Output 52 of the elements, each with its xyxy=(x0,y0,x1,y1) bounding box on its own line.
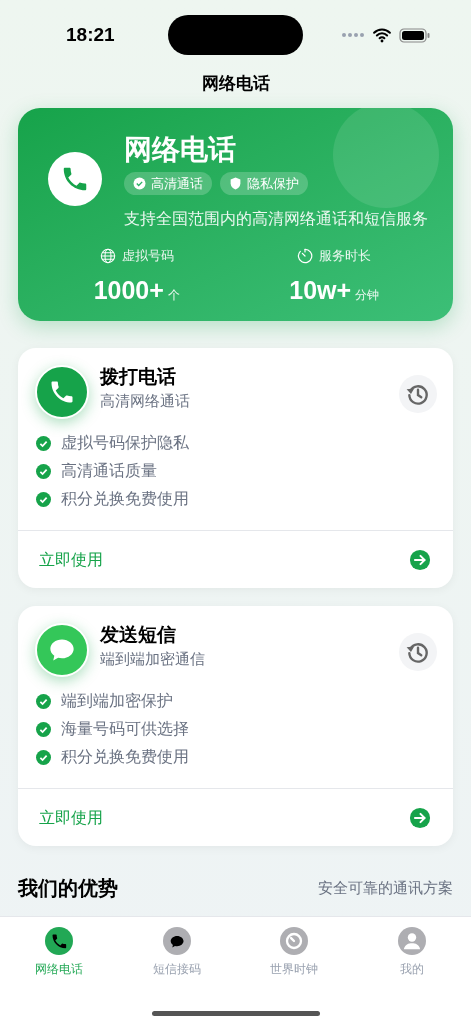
feature-text: 积分兑换免费使用 xyxy=(61,489,189,509)
clock-icon xyxy=(280,927,309,955)
hero-description: 支持全国范围内的高清网络通话和短信服务 xyxy=(124,209,428,229)
use-now-link[interactable]: 立即使用 xyxy=(39,547,103,572)
phone-icon xyxy=(44,927,73,955)
stat-label: 虚拟号码 xyxy=(121,247,174,266)
arrow-right-icon xyxy=(409,548,431,571)
tab-item[interactable]: 世界时钟 xyxy=(235,927,354,978)
stat-value: 10w+ xyxy=(289,274,352,306)
feature-text: 积分兑换免费使用 xyxy=(61,747,189,767)
wifi-icon xyxy=(372,27,392,43)
feature-badge: 隐私保护 xyxy=(220,172,308,195)
check-circle-icon xyxy=(133,177,146,190)
service-subtitle: 高清网络通话 xyxy=(100,391,191,411)
service-subtitle: 端到端加密通信 xyxy=(100,649,206,669)
timer-icon xyxy=(297,248,314,264)
check-circle-icon xyxy=(36,491,51,507)
history-button[interactable] xyxy=(399,375,437,413)
check-circle-icon xyxy=(36,749,51,765)
chat-bubble-icon xyxy=(162,927,191,955)
tab-item[interactable]: 短信接码 xyxy=(117,927,236,978)
service-title: 发送短信 xyxy=(100,623,177,647)
service-title: 拨打电话 xyxy=(100,365,177,389)
signal-icon xyxy=(341,32,365,38)
stat-unit: 个 xyxy=(167,286,180,304)
hero-title: 网络电话 xyxy=(124,133,237,167)
battery-icon xyxy=(399,27,431,43)
feature-text: 虚拟号码保护隐私 xyxy=(61,433,189,453)
feature-text: 高清通话质量 xyxy=(61,461,157,481)
nav-title: 网络电话 xyxy=(200,73,271,95)
feature-text: 端到端加密保护 xyxy=(61,691,173,711)
check-circle-icon xyxy=(36,435,51,451)
tab-item[interactable]: 网络电话 xyxy=(0,927,118,978)
check-circle-icon xyxy=(36,721,51,737)
shield-icon xyxy=(229,177,242,190)
stat-unit: 分钟 xyxy=(355,286,380,304)
feature-text: 海量号码可供选择 xyxy=(61,719,189,739)
check-circle-icon xyxy=(36,693,51,709)
section-subtitle: 安全可靠的通讯方案 xyxy=(318,877,453,898)
arrow-right-icon xyxy=(409,806,431,829)
check-circle-icon xyxy=(36,463,51,479)
tab-item[interactable]: 我的 xyxy=(353,927,471,978)
feature-badge: 高清通话 xyxy=(124,172,212,195)
section-title: 我们的优势 xyxy=(18,876,118,901)
stat-value: 1000+ xyxy=(93,274,164,306)
use-now-link[interactable]: 立即使用 xyxy=(39,805,103,830)
phone-logo xyxy=(48,152,102,206)
status-time: 18:21 xyxy=(66,22,115,47)
user-icon xyxy=(398,927,427,955)
history-button[interactable] xyxy=(399,633,437,671)
globe-icon xyxy=(99,248,116,264)
stat-label: 服务时长 xyxy=(319,247,372,266)
